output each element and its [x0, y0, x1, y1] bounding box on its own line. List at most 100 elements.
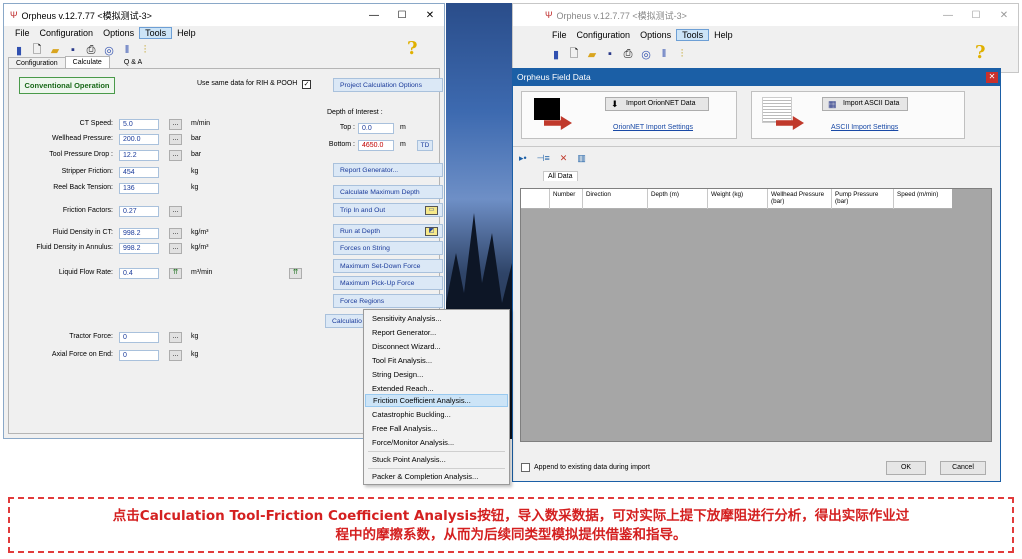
- run-at-depth-button[interactable]: Run at Depth ◩: [333, 224, 443, 238]
- tool-pressure-drop-input[interactable]: 12.2: [119, 150, 159, 161]
- stripper-friction-input[interactable]: 454: [119, 167, 159, 178]
- help-icon[interactable]: ?: [975, 42, 986, 63]
- ok-button[interactable]: OK: [886, 461, 926, 475]
- menu-options[interactable]: Options: [98, 28, 139, 38]
- menu-configuration[interactable]: Configuration: [572, 30, 636, 40]
- delete-row-icon[interactable]: ✕: [560, 153, 568, 164]
- flow-rate-settings-icon[interactable]: ⇈: [289, 268, 302, 279]
- conventional-operation-button[interactable]: Conventional Operation: [19, 77, 115, 94]
- field-data-grid[interactable]: Number Direction Depth (m) Weight (kg) W…: [520, 188, 992, 442]
- wellhead-pressure-more-button[interactable]: ...: [169, 134, 182, 145]
- maximum-set-down-force-button[interactable]: Maximum Set-Down Force: [333, 259, 443, 273]
- flow-rate-icon[interactable]: ⇈: [169, 268, 182, 279]
- friction-factors-more-button[interactable]: ...: [169, 206, 182, 217]
- tool-string-icon[interactable]: ⫶: [675, 47, 689, 61]
- import-ascii-button[interactable]: ▦ Import ASCII Data: [822, 97, 908, 111]
- depth-top-input[interactable]: 0.0: [358, 123, 394, 134]
- calculate-maximum-depth-button[interactable]: Calculate Maximum Depth: [333, 185, 443, 199]
- tool-pressure-drop-more-button[interactable]: ...: [169, 150, 182, 161]
- column-header[interactable]: Number: [549, 189, 582, 209]
- depth-bottom-input[interactable]: 4650.0: [358, 140, 394, 151]
- open-folder-icon[interactable]: ▰: [585, 47, 599, 61]
- print-icon[interactable]: ⎙: [621, 47, 635, 61]
- tractor-force-input[interactable]: 0: [119, 332, 159, 343]
- td-button[interactable]: TD: [417, 140, 433, 151]
- new-file-icon[interactable]: 🗋: [30, 43, 44, 57]
- report-generator-button[interactable]: Report Generator...: [333, 163, 443, 177]
- menu-file[interactable]: File: [10, 28, 35, 38]
- maximum-pick-up-force-button[interactable]: Maximum Pick-Up Force: [333, 276, 443, 290]
- ct-speed-input[interactable]: 5.0: [119, 119, 159, 130]
- menu-tools[interactable]: Tools: [139, 27, 173, 39]
- menu-help[interactable]: Help: [172, 28, 201, 38]
- menu-configuration[interactable]: Configuration: [35, 28, 99, 38]
- wellsite-icon[interactable]: ▮: [549, 47, 563, 61]
- append-row-icon[interactable]: ▸•: [519, 153, 527, 164]
- reel-icon[interactable]: ◎: [639, 47, 653, 61]
- orionnet-settings-link[interactable]: OrionNET Import Settings: [613, 124, 693, 131]
- menu-item-friction-coefficient-analysis[interactable]: Friction Coefficient Analysis...: [365, 394, 508, 407]
- menu-item-stuck-point-analysis[interactable]: Stuck Point Analysis...: [365, 453, 508, 466]
- project-calculation-options-button[interactable]: Project Calculation Options: [333, 78, 443, 92]
- tab-calculate[interactable]: Calculate: [64, 56, 110, 68]
- edit-columns-icon[interactable]: ▥: [577, 153, 586, 164]
- column-header[interactable]: Pump Pressure (bar): [831, 189, 893, 209]
- print-icon[interactable]: ⎙: [84, 43, 98, 57]
- menu-item-free-fall-analysis[interactable]: Free Fall Analysis...: [365, 422, 508, 435]
- fluid-density-ct-input[interactable]: 998.2: [119, 228, 159, 239]
- force-regions-button[interactable]: Force Regions: [333, 294, 443, 308]
- close-button[interactable]: ✕: [416, 4, 444, 26]
- minimize-button[interactable]: —: [934, 4, 962, 26]
- menu-item-force-monitor-analysis[interactable]: Force/Monitor Analysis...: [365, 436, 508, 449]
- tool-string-icon[interactable]: ⫶: [138, 43, 152, 57]
- maximize-button[interactable]: ☐: [962, 4, 990, 26]
- new-file-icon[interactable]: 🗋: [567, 47, 581, 61]
- maximize-button[interactable]: ☐: [388, 4, 416, 26]
- menu-tools[interactable]: Tools: [676, 29, 710, 41]
- axial-force-input[interactable]: 0: [119, 350, 159, 361]
- same-data-checkbox[interactable]: ✓: [302, 80, 311, 89]
- save-icon[interactable]: ▪: [66, 43, 80, 57]
- cancel-button[interactable]: Cancel: [940, 461, 986, 475]
- open-folder-icon[interactable]: ▰: [48, 43, 62, 57]
- string-icon[interactable]: ‖: [657, 47, 671, 61]
- column-header[interactable]: Direction: [582, 189, 647, 209]
- ct-speed-more-button[interactable]: ...: [169, 119, 182, 130]
- menu-item-packer-completion-analysis[interactable]: Packer & Completion Analysis...: [365, 470, 508, 483]
- fluid-density-annulus-more-button[interactable]: ...: [169, 243, 182, 254]
- ascii-settings-link[interactable]: ASCII Import Settings: [831, 124, 898, 131]
- fluid-density-annulus-input[interactable]: 998.2: [119, 243, 159, 254]
- column-header[interactable]: Speed (m/min): [893, 189, 952, 209]
- menu-item-disconnect-wizard[interactable]: Disconnect Wizard...: [365, 340, 508, 353]
- import-orionnet-button[interactable]: ⬇ Import OrionNET Data: [605, 97, 709, 111]
- append-data-checkbox[interactable]: [521, 463, 530, 472]
- column-header[interactable]: Weight (kg): [707, 189, 767, 209]
- menu-item-catastrophic-buckling[interactable]: Catastrophic Buckling...: [365, 408, 508, 421]
- column-header[interactable]: Depth (m): [647, 189, 707, 209]
- column-header[interactable]: Wellhead Pressure (bar): [767, 189, 831, 209]
- menu-item-string-design[interactable]: String Design...: [365, 368, 508, 381]
- liquid-flow-rate-input[interactable]: 0.4: [119, 268, 159, 279]
- insert-row-icon[interactable]: ⊣≡: [537, 153, 550, 164]
- tractor-force-more-button[interactable]: ...: [169, 332, 182, 343]
- menu-file[interactable]: File: [547, 30, 572, 40]
- minimize-button[interactable]: —: [360, 4, 388, 26]
- trip-in-and-out-button[interactable]: Trip In and Out ▭: [333, 203, 443, 217]
- reel-back-tension-input[interactable]: 136: [119, 183, 159, 194]
- menu-help[interactable]: Help: [709, 30, 738, 40]
- string-icon[interactable]: ‖: [120, 43, 134, 57]
- menu-item-report-generator[interactable]: Report Generator...: [365, 326, 508, 339]
- wellhead-pressure-input[interactable]: 200.0: [119, 134, 159, 145]
- axial-force-more-button[interactable]: ...: [169, 350, 182, 361]
- reel-icon[interactable]: ◎: [102, 43, 116, 57]
- fluid-density-ct-more-button[interactable]: ...: [169, 228, 182, 239]
- tab-all-data[interactable]: All Data: [543, 171, 578, 181]
- close-button[interactable]: ✕: [990, 4, 1018, 26]
- dialog-close-button[interactable]: ✕: [986, 72, 998, 83]
- friction-factors-input[interactable]: 0.27: [119, 206, 159, 217]
- menu-options[interactable]: Options: [635, 30, 676, 40]
- forces-on-string-button[interactable]: Forces on String: [333, 241, 443, 255]
- menu-item-tool-fit-analysis[interactable]: Tool Fit Analysis...: [365, 354, 508, 367]
- wellsite-icon[interactable]: ▮: [12, 43, 26, 57]
- help-icon[interactable]: ?: [407, 38, 418, 59]
